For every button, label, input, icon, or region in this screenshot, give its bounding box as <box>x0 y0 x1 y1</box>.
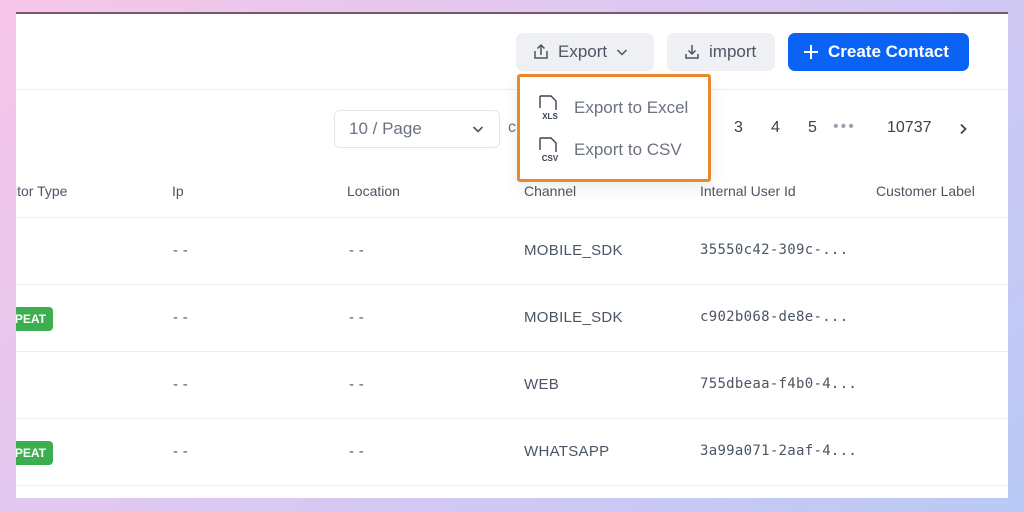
xls-file-icon: XLS <box>539 95 558 121</box>
cell-user-id: 755dbeaa-f4b0-4... <box>700 376 858 392</box>
upload-icon <box>534 43 548 59</box>
cell-ip: - - <box>173 376 189 393</box>
csv-file-icon: CSV <box>539 137 559 163</box>
plus-icon <box>804 45 818 59</box>
cell-channel: MOBILE_SDK <box>524 242 623 259</box>
chevron-right-icon[interactable] <box>956 122 970 136</box>
table-row[interactable]: - - - - MOBILE_SDK 35550c42-309c-... <box>16 218 1008 285</box>
cell-user-id: 35550c42-309c-... <box>700 242 849 258</box>
table-row[interactable]: EPEAT - - - - WHATSAPP 3a99a071-2aaf-4..… <box>16 419 1008 486</box>
column-internal-user-id: Internal User Id <box>700 183 796 199</box>
create-contact-label: Create Contact <box>828 42 949 61</box>
visitor-type-badge: EPEAT <box>16 307 53 331</box>
download-icon <box>685 45 699 59</box>
column-channel: Channel <box>524 183 577 199</box>
visitor-type-badge: EPEAT <box>16 441 53 465</box>
import-label: import <box>709 42 757 61</box>
cell-location: - - <box>349 376 365 393</box>
cell-channel: WEB <box>524 376 560 393</box>
svg-text:XLS: XLS <box>542 112 558 121</box>
column-location: Location <box>347 183 400 199</box>
export-to-excel-item[interactable]: XLS Export to Excel <box>538 95 688 121</box>
cell-ip: - - <box>173 309 189 326</box>
pagination-partial-text: c <box>508 119 516 136</box>
cell-ip: - - <box>173 443 189 460</box>
contacts-panel: Export import Create Contact 10 / Page c <box>16 12 1008 498</box>
cell-channel: WHATSAPP <box>524 443 610 460</box>
cell-channel: MOBILE_SDK <box>524 309 623 326</box>
chevron-down-icon <box>472 126 484 133</box>
svg-text:CSV: CSV <box>542 154 559 163</box>
table-header: itor Type Ip Location Channel Internal U… <box>16 166 1008 218</box>
create-contact-button[interactable]: Create Contact <box>788 33 969 71</box>
column-visitor-type: itor Type <box>16 183 68 199</box>
table-row[interactable]: - - - - WEB 755dbeaa-f4b0-4... <box>16 352 1008 419</box>
more-pages-icon[interactable]: ••• <box>833 118 856 136</box>
cell-user-id: c902b068-de8e-... <box>700 309 849 325</box>
export-to-excel-label: Export to Excel <box>574 98 689 117</box>
page-5[interactable]: 5 <box>808 119 817 137</box>
export-dropdown-menu: XLS Export to Excel CSV Export to CSV <box>517 74 711 182</box>
page-last[interactable]: 10737 <box>887 119 932 137</box>
cell-ip: - - <box>173 242 189 259</box>
column-customer-label: Customer Label <box>876 183 975 199</box>
export-to-csv-item[interactable]: CSV Export to CSV <box>538 137 682 163</box>
export-to-csv-label: Export to CSV <box>574 140 682 159</box>
import-button[interactable]: import <box>667 33 775 71</box>
toolbar: Export import Create Contact <box>16 14 1008 90</box>
cell-user-id: 3a99a071-2aaf-4... <box>700 443 858 459</box>
page-size-select[interactable]: 10 / Page <box>334 110 500 148</box>
export-button[interactable]: Export <box>516 33 654 71</box>
cell-location: - - <box>349 443 365 460</box>
column-ip: Ip <box>172 183 184 199</box>
pagination: 10 / Page c 3 4 5 ••• 10737 <box>16 110 1008 150</box>
page-size-value: 10 / Page <box>349 119 422 138</box>
table-row[interactable]: EPEAT - - - - MOBILE_SDK c902b068-de8e-.… <box>16 285 1008 352</box>
export-label: Export <box>558 42 608 61</box>
page-3[interactable]: 3 <box>734 119 743 137</box>
chevron-down-icon <box>617 49 628 56</box>
page-4[interactable]: 4 <box>771 119 780 137</box>
cell-location: - - <box>349 309 365 326</box>
cell-location: - - <box>349 242 365 259</box>
